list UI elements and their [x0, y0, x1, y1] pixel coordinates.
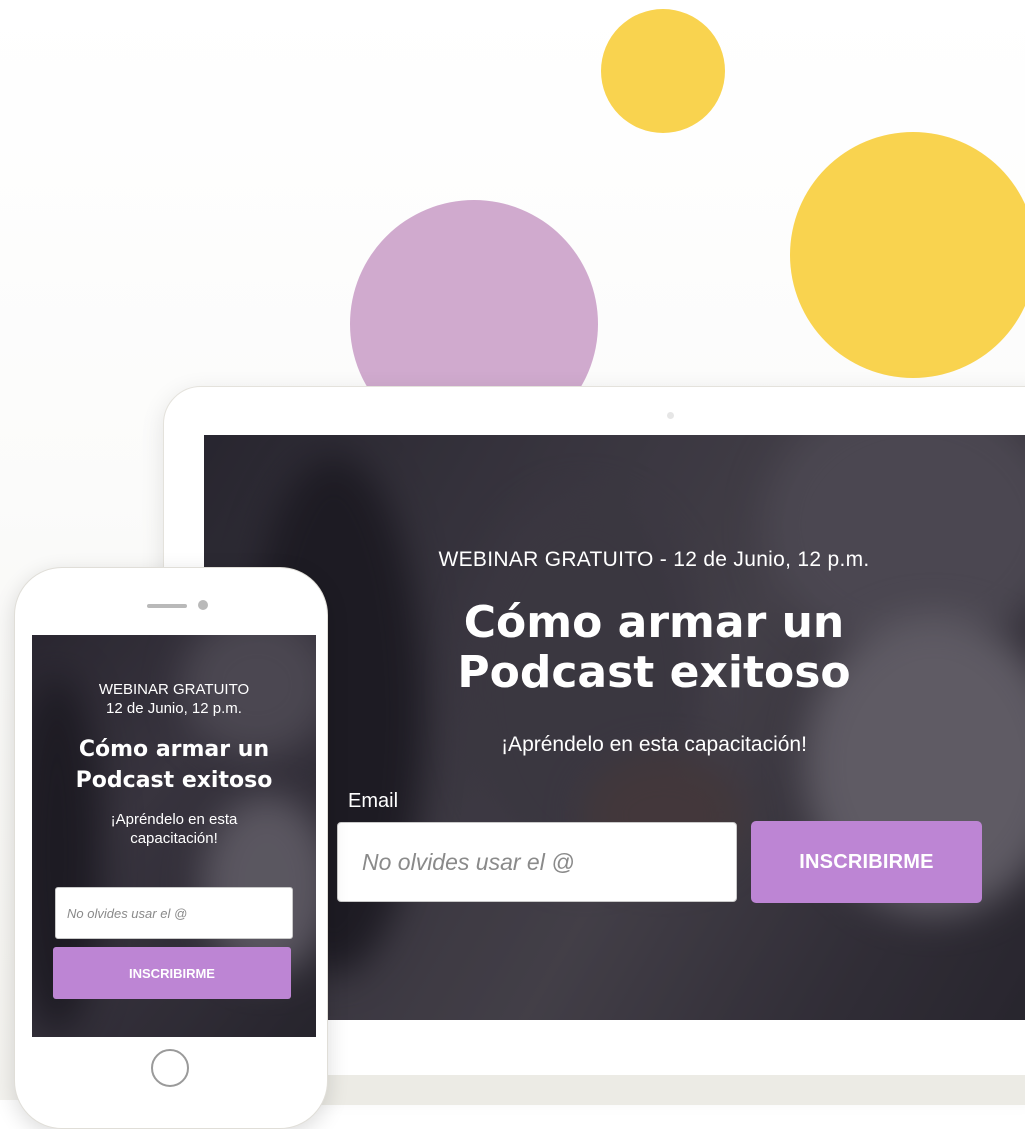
title-line: Cómo armar un [78, 737, 270, 762]
eyebrow-line: WEBINAR GRATUITO [98, 681, 250, 698]
phone-screen: WEBINAR GRATUITO 12 de Junio, 12 p.m. Có… [32, 635, 316, 1037]
webinar-eyebrow: WEBINAR GRATUITO - 12 de Junio, 12 p.m. [438, 548, 870, 571]
page-title: Cómo armar un Podcast exitoso [32, 734, 316, 796]
eyebrow-line: 12 de Junio, 12 p.m. [106, 700, 242, 717]
subscribe-button[interactable]: INSCRIBIRME [751, 821, 982, 903]
phone-camera [198, 600, 208, 610]
phone-speaker [147, 604, 187, 608]
subtitle-line: capacitación! [130, 830, 218, 847]
title-line: Podcast exitoso [75, 768, 273, 793]
subtitle-line: ¡Apréndelo en esta [110, 811, 238, 828]
subscribe-button[interactable]: INSCRIBIRME [53, 947, 291, 999]
email-field[interactable] [337, 822, 737, 902]
tablet-camera [667, 412, 674, 419]
webinar-eyebrow: WEBINAR GRATUITO 12 de Junio, 12 p.m. [32, 680, 316, 718]
phone-device: WEBINAR GRATUITO 12 de Junio, 12 p.m. Có… [14, 567, 328, 1129]
subtitle: ¡Apréndelo en esta capacitación! [72, 810, 276, 848]
email-field[interactable] [55, 887, 293, 939]
decorative-circle-yellow-large [790, 132, 1025, 378]
decorative-circle-yellow-small [601, 9, 725, 133]
home-button[interactable] [151, 1049, 189, 1087]
email-label: Email [348, 790, 399, 812]
